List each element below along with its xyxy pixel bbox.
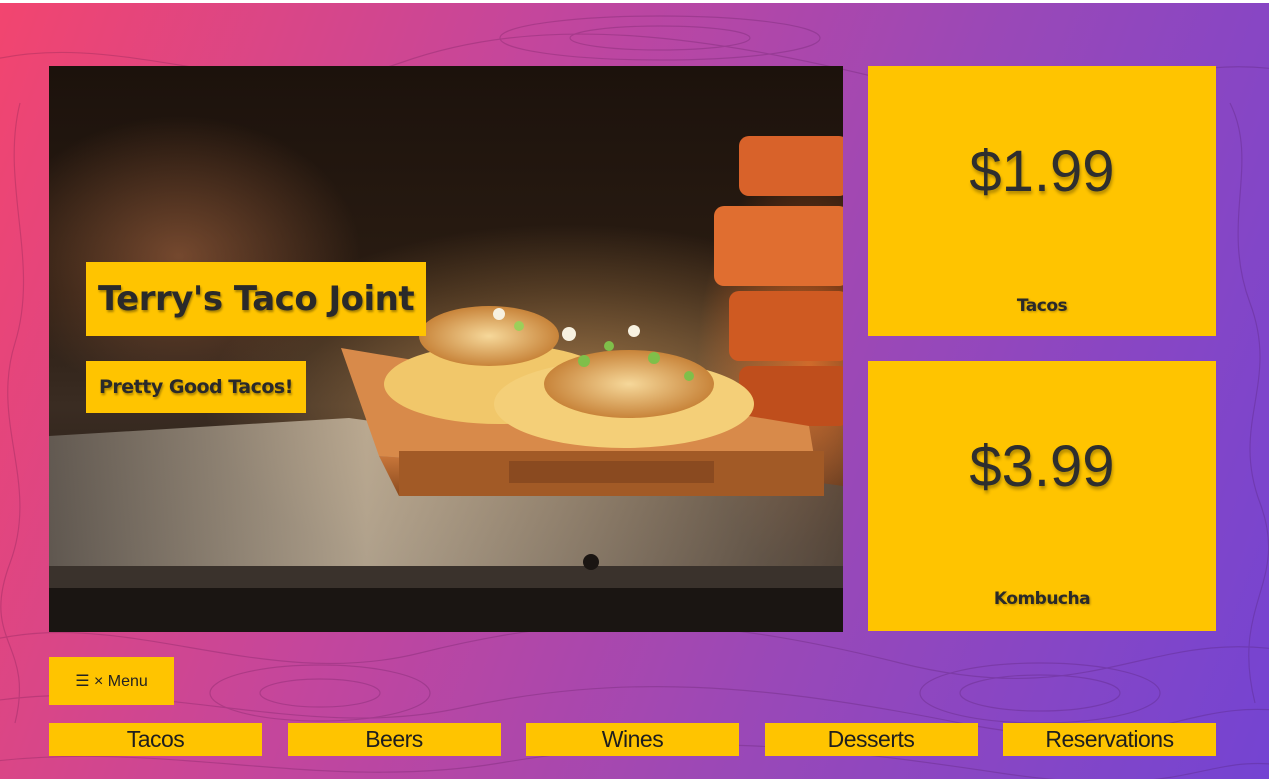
nav-link-tacos[interactable]: Tacos (49, 723, 262, 756)
restaurant-title-box: Terry's Taco Joint (86, 262, 427, 336)
nav-link-reservations[interactable]: Reservations (1003, 723, 1216, 756)
special-price: $3.99 (969, 434, 1115, 499)
special-item-name: Tacos (1016, 296, 1068, 316)
taco-photo-illustration (49, 136, 843, 632)
nav-link-desserts[interactable]: Desserts (764, 723, 978, 756)
special-price: $1.99 (969, 139, 1115, 204)
nav-link-wines[interactable]: Wines (526, 723, 739, 756)
special-card-kombucha: $3.99 Kombucha (868, 361, 1216, 631)
tagline: Pretty Good Tacos! (99, 376, 293, 398)
nav-link-beers[interactable]: Beers (287, 723, 501, 756)
main-nav: Tacos Beers Wines Desserts Reservations (49, 723, 1216, 756)
special-card-tacos: $1.99 Tacos (868, 66, 1216, 336)
tagline-box: Pretty Good Tacos! (86, 361, 306, 413)
restaurant-title: Terry's Taco Joint (98, 279, 415, 319)
hero-image-tacos (49, 66, 843, 632)
menu-toggle-button[interactable]: ☰ × Menu (49, 657, 174, 705)
special-item-name: Kombucha (993, 589, 1091, 609)
